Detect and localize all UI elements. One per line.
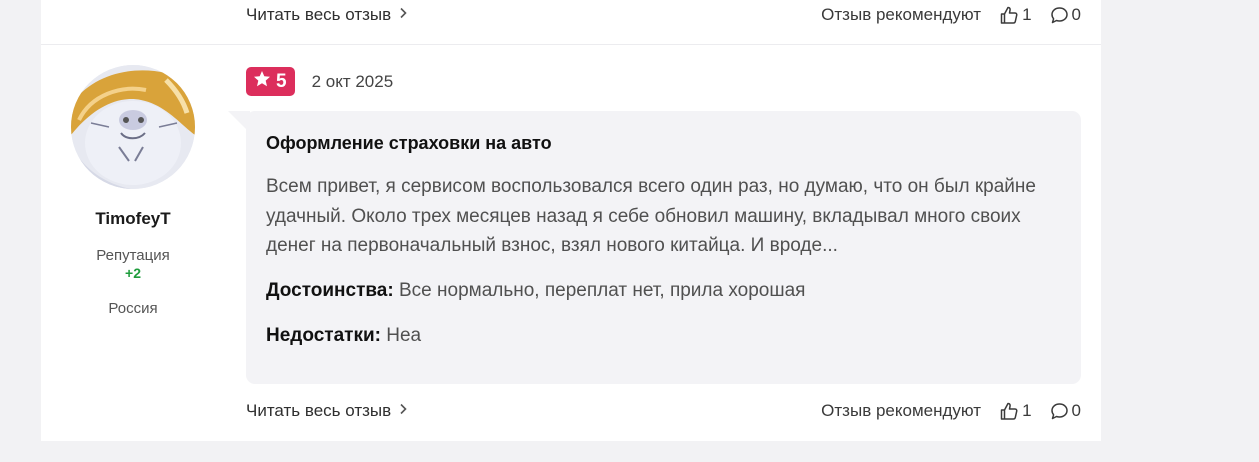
- rating-value: 5: [276, 70, 287, 92]
- recommend-label: Отзыв рекомендуют: [821, 5, 982, 24]
- read-full-review-link[interactable]: Читать весь отзыв: [246, 5, 407, 25]
- cons-label: Недостатки:: [266, 324, 381, 346]
- comment-icon: [1050, 402, 1069, 421]
- chevron-right-icon: [399, 6, 407, 24]
- avatar[interactable]: [71, 65, 195, 189]
- comment-icon: [1050, 6, 1069, 25]
- review-stats: Отзыв рекомендуют 1 0: [821, 401, 1081, 421]
- review-title[interactable]: Оформление страховки на авто: [266, 133, 1061, 154]
- author-country: Россия: [108, 300, 158, 317]
- read-full-review-label: Читать весь отзыв: [246, 5, 392, 24]
- chevron-right-icon: [399, 402, 407, 420]
- review-text: Всем привет, я сервисом воспользовался в…: [266, 176, 1036, 256]
- read-full-review-link[interactable]: Читать весь отзыв: [246, 401, 407, 421]
- thumbs-up-icon: [999, 401, 1019, 421]
- review-body: Оформление страховки на авто Всем привет…: [246, 111, 1081, 384]
- comment-count: 0: [1071, 5, 1081, 24]
- like-button[interactable]: 1: [999, 401, 1032, 421]
- review-meta: 5 2 окт 2025: [246, 67, 393, 96]
- pros-label: Достоинства:: [266, 279, 394, 301]
- review-actions: Читать весь отзыв Отзыв рекомендуют 1 0: [246, 397, 1081, 425]
- comment-count: 0: [1071, 401, 1081, 420]
- like-button[interactable]: 1: [999, 5, 1032, 25]
- comments-button[interactable]: 0: [1050, 5, 1081, 25]
- review-author: TimofeyT Репутация +2 Россия: [41, 65, 225, 317]
- author-name[interactable]: TimofeyT: [41, 209, 225, 229]
- pros-text: Все нормально, переплат нет, прила хорош…: [398, 279, 806, 301]
- previous-review-actions: Читать весь отзыв Отзыв рекомендуют 1 0: [246, 1, 1081, 29]
- cons-text: Неа: [386, 324, 422, 346]
- review-date: 2 окт 2025: [311, 71, 394, 91]
- review-pros: Достоинства: Все нормально, переплат нет…: [266, 280, 1061, 302]
- comments-button[interactable]: 0: [1050, 401, 1081, 421]
- like-count: 1: [1022, 5, 1032, 24]
- reviews-card: Читать весь отзыв Отзыв рекомендуют 1 0: [41, 0, 1101, 441]
- review-divider: [41, 44, 1101, 45]
- read-full-review-label: Читать весь отзыв: [246, 401, 392, 420]
- star-icon: [253, 70, 271, 94]
- like-count: 1: [1022, 401, 1032, 420]
- reputation-label: Репутация: [96, 247, 170, 264]
- reputation-value: +2: [125, 265, 141, 281]
- review-cons: Недостатки: Неа: [266, 325, 1061, 347]
- review-stats: Отзыв рекомендуют 1 0: [821, 5, 1081, 25]
- recommend-label: Отзыв рекомендуют: [821, 401, 982, 420]
- rating-badge: 5: [246, 67, 295, 96]
- thumbs-up-icon: [999, 5, 1019, 25]
